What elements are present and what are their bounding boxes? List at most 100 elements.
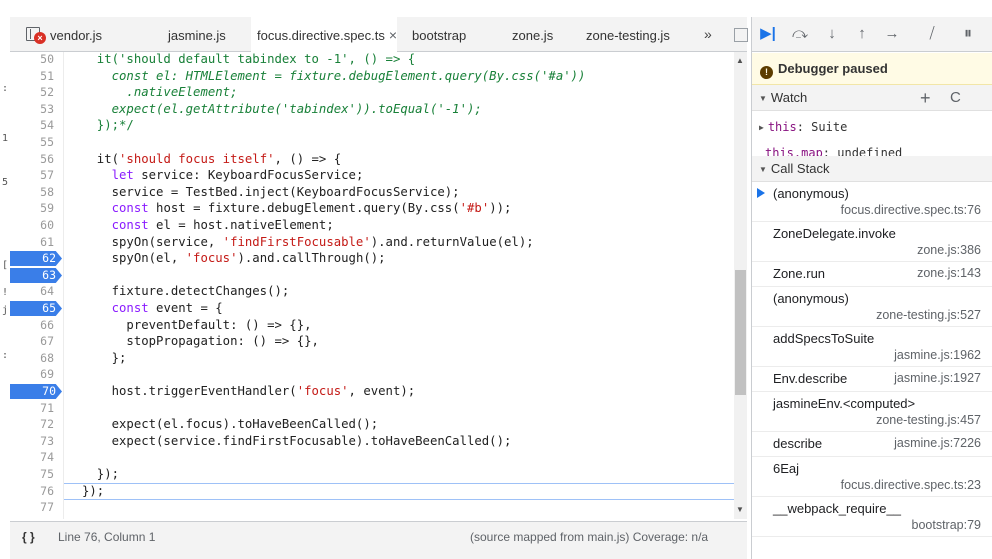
line-number[interactable]: 56 bbox=[10, 152, 60, 167]
watch-title: Watch bbox=[770, 90, 808, 105]
resume-icon[interactable]: ▶| bbox=[756, 22, 780, 46]
code-line[interactable]: }); bbox=[82, 467, 119, 482]
code-line[interactable]: const el: HTMLElement = fixture.debugEle… bbox=[82, 69, 586, 84]
line-number[interactable]: 55 bbox=[10, 135, 60, 150]
add-watch-icon[interactable]: + bbox=[920, 85, 931, 111]
code-line[interactable]: it('should default tabindex to -1', () =… bbox=[82, 52, 415, 67]
debugger-panel-toggle-icon[interactable] bbox=[734, 28, 748, 42]
editor-scrollbar[interactable]: ▲ ▼ bbox=[734, 52, 747, 519]
call-frame[interactable]: __webpack_require__ bootstrap:79 bbox=[752, 497, 992, 537]
code-line[interactable]: host.triggerEventHandler('focus', event)… bbox=[82, 384, 416, 399]
code-line[interactable]: expect(el.getAttribute('tabindex')).toEq… bbox=[82, 102, 482, 117]
call-frame[interactable]: 6Eaj focus.directive.spec.ts:23 bbox=[752, 457, 992, 497]
frame-location: focus.directive.spec.ts:23 bbox=[840, 478, 981, 492]
code-line[interactable]: spyOn(service, 'findFirstFocusable').and… bbox=[82, 235, 534, 250]
call-frame[interactable]: (anonymous) zone-testing.js:527 bbox=[752, 287, 992, 327]
line-number[interactable]: 72 bbox=[10, 417, 60, 432]
line-number[interactable]: 77 bbox=[10, 500, 60, 515]
step-into-icon[interactable]: ↓ bbox=[820, 22, 844, 46]
call-frame[interactable]: Env.describe jasmine.js:1927 bbox=[752, 367, 992, 392]
line-number[interactable]: 53 bbox=[10, 102, 60, 117]
line-number[interactable]: 59 bbox=[10, 201, 60, 216]
pause-on-exceptions-icon[interactable]: ⏸ bbox=[956, 22, 980, 46]
call-stack-section-header[interactable]: ▼ Call Stack bbox=[752, 156, 992, 182]
tab-label: bootstrap bbox=[412, 28, 467, 43]
step-out-icon[interactable]: ↑ bbox=[850, 22, 874, 46]
code-line[interactable]: let service: KeyboardFocusService; bbox=[82, 168, 364, 183]
breakpoint-line-number[interactable]: 65 bbox=[10, 301, 62, 316]
code-line[interactable]: preventDefault: () => {}, bbox=[82, 318, 311, 333]
line-number[interactable]: 61 bbox=[10, 235, 60, 250]
code-line[interactable]: .nativeElement; bbox=[82, 85, 237, 100]
line-number[interactable]: 73 bbox=[10, 434, 60, 449]
line-number[interactable]: 52 bbox=[10, 85, 60, 100]
line-number[interactable]: 67 bbox=[10, 334, 60, 349]
step-icon[interactable]: → bbox=[880, 22, 904, 46]
step-over-icon[interactable]: ⤼ bbox=[788, 22, 812, 46]
pretty-print-icon[interactable]: { } bbox=[22, 530, 35, 544]
tab-focus-directive-spec-ts[interactable]: focus.directive.spec.ts × bbox=[251, 17, 398, 53]
line-number[interactable]: 69 bbox=[10, 367, 60, 382]
frame-function-name: describe bbox=[773, 436, 823, 451]
code-line[interactable]: stopPropagation: () => {}, bbox=[82, 334, 319, 349]
code-line[interactable]: }); bbox=[82, 484, 104, 499]
code-line[interactable]: service = TestBed.inject(KeyboardFocusSe… bbox=[82, 185, 460, 200]
line-number[interactable]: 57 bbox=[10, 168, 60, 183]
call-frame[interactable]: jasmineEnv.<computed> zone-testing.js:457 bbox=[752, 392, 992, 432]
code-line[interactable]: it('should focus itself', () => { bbox=[82, 152, 341, 167]
left-strip-glyph: : bbox=[2, 83, 9, 94]
watch-section-header[interactable]: ▼ Watch + C bbox=[752, 85, 992, 111]
watch-key: this bbox=[767, 120, 797, 134]
line-number[interactable]: 75 bbox=[10, 467, 60, 482]
watch-expression[interactable]: ▶ this: Suite bbox=[759, 120, 847, 134]
line-number[interactable]: 50 bbox=[10, 52, 60, 67]
line-number[interactable]: 54 bbox=[10, 118, 60, 133]
line-number[interactable]: 71 bbox=[10, 401, 60, 416]
code-line[interactable]: spyOn(el, 'focus').and.callThrough(); bbox=[82, 251, 386, 266]
tab-jasmine-js[interactable]: jasmine.js bbox=[162, 17, 226, 52]
tab-zone-testing-js[interactable]: zone-testing.js bbox=[580, 17, 670, 52]
left-strip-glyph: : bbox=[2, 350, 9, 361]
line-number[interactable]: 66 bbox=[10, 318, 60, 333]
line-number[interactable]: 58 bbox=[10, 185, 60, 200]
code-editor[interactable]: 50 51 52 53 54 55 56 57 58 59 60 61 62 63 64 65 66 67 68 69… bbox=[10, 52, 734, 519]
tab-vendor-js[interactable]: × vendor.js bbox=[28, 17, 102, 52]
tab-zone-js[interactable]: zone.js bbox=[506, 17, 553, 52]
line-number-gutter[interactable]: 50 51 52 53 54 55 56 57 58 59 60 61 62 63 64 65 66 67 68 69… bbox=[10, 52, 64, 519]
deactivate-breakpoints-icon[interactable]: ⧸ bbox=[920, 22, 944, 46]
more-tabs-button[interactable]: » bbox=[704, 17, 712, 52]
scroll-down-icon[interactable]: ▼ bbox=[736, 505, 744, 514]
breakpoint-line-number[interactable]: 62 bbox=[10, 251, 62, 266]
tab-bootstrap[interactable]: bootstrap bbox=[406, 17, 466, 52]
code-line[interactable]: const el = host.nativeElement; bbox=[82, 218, 334, 233]
debugger-sidebar: ▶| ⤼ ↓ ↑ → ⧸ ⏸ ! Debugger paused ▼ Watch +… bbox=[751, 17, 992, 559]
close-tab-icon[interactable]: × bbox=[389, 27, 397, 43]
scroll-up-icon[interactable]: ▲ bbox=[736, 56, 744, 65]
line-number[interactable]: 64 bbox=[10, 284, 60, 299]
call-frame[interactable]: describe jasmine.js:7226 bbox=[752, 432, 992, 457]
expand-triangle-icon[interactable]: ▶ bbox=[759, 123, 764, 132]
refresh-watch-icon[interactable]: C bbox=[950, 85, 961, 111]
line-number[interactable]: 60 bbox=[10, 218, 60, 233]
code-line[interactable]: const host = fixture.debugElement.query(… bbox=[82, 201, 512, 216]
code-line[interactable]: expect(service.findFirstFocusable).toHav… bbox=[82, 434, 512, 449]
code-line[interactable]: expect(el.focus).toHaveBeenCalled(); bbox=[82, 417, 379, 432]
call-frame[interactable]: Zone.run zone.js:143 bbox=[752, 262, 992, 287]
call-frame[interactable]: addSpecsToSuite jasmine.js:1962 bbox=[752, 327, 992, 367]
breakpoint-line-number[interactable]: 63 bbox=[10, 268, 62, 283]
code-line[interactable]: }; bbox=[82, 351, 127, 366]
line-number[interactable]: 74 bbox=[10, 450, 60, 465]
line-number[interactable]: 51 bbox=[10, 69, 60, 84]
line-number[interactable]: 76 bbox=[10, 484, 60, 499]
line-number[interactable]: 68 bbox=[10, 351, 60, 366]
call-frame[interactable]: (anonymous) focus.directive.spec.ts:76 bbox=[752, 182, 992, 222]
code-line[interactable]: });*/ bbox=[82, 118, 134, 133]
code-line[interactable]: const event = { bbox=[82, 301, 223, 316]
scrollbar-thumb[interactable] bbox=[735, 270, 746, 395]
pause-info-icon: ! bbox=[760, 66, 773, 79]
cursor-position: Line 76, Column 1 bbox=[58, 530, 156, 544]
code-line[interactable]: fixture.detectChanges(); bbox=[82, 284, 290, 299]
breakpoint-line-number[interactable]: 70 bbox=[10, 384, 62, 399]
call-frame[interactable]: ZoneDelegate.invoke zone.js:386 bbox=[752, 222, 992, 262]
current-frame-arrow-icon bbox=[757, 188, 765, 198]
